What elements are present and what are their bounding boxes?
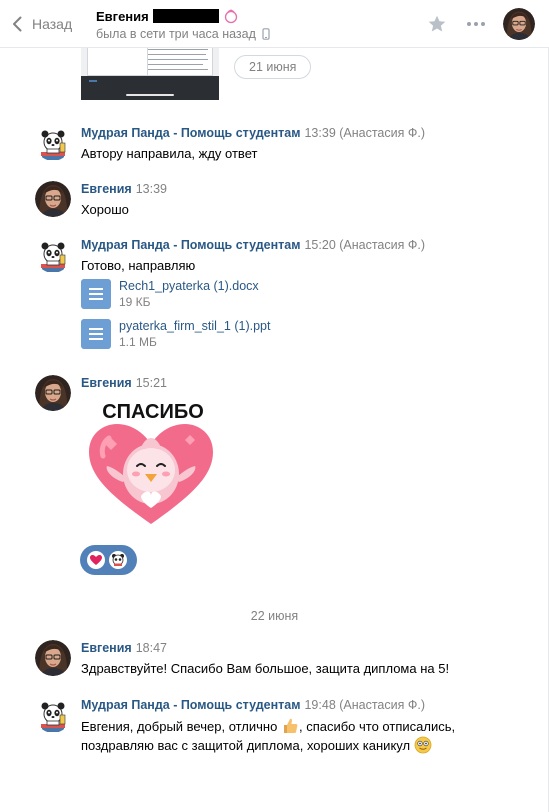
document-preview — [87, 44, 213, 77]
more-icon[interactable] — [465, 14, 487, 34]
chat-header: Назад Евгения была в сети три часа назад — [0, 0, 549, 48]
message-time: 13:39 (Анастасия Ф.) — [304, 126, 425, 140]
message-item: Мудрая Панда - Помощь студентам 13:39 (Ан… — [35, 125, 535, 165]
peer-name[interactable]: Евгения — [96, 9, 149, 24]
file-name[interactable]: Rech1_pyaterka (1).docx — [119, 279, 259, 293]
sticker-thank-you[interactable]: СПАСИБО — [81, 396, 221, 528]
date-separator: 21 июня — [234, 55, 312, 79]
avatar[interactable] — [35, 697, 71, 733]
chat-window: 21 июня Мудрая Панда - Помощь студентам 1… — [0, 0, 549, 812]
avatar[interactable] — [35, 125, 71, 161]
message-text: Автору направила, жду ответ — [81, 146, 258, 161]
avatar[interactable] — [35, 375, 71, 411]
heart-reaction-icon[interactable] — [87, 551, 105, 569]
message-time: 18:47 — [135, 641, 167, 655]
message-text: Евгения, добрый вечер, отлично , спасибо… — [81, 718, 456, 754]
message-author[interactable]: Мудрая Панда - Помощь студентам — [81, 698, 300, 712]
document-icon — [81, 279, 111, 309]
peer-info[interactable]: Евгения была в сети три часа назад — [96, 7, 270, 41]
message-text: Здравствуйте! Спасибо Вам большое, защит… — [81, 661, 450, 676]
message-author[interactable]: Мудрая Панда - Помощь студентам — [81, 238, 300, 252]
message-item: Евгения 13:39 Хорошо — [35, 181, 535, 221]
message-time: 19:48 (Анастасия Ф.) — [304, 698, 425, 712]
avatar[interactable] — [35, 181, 71, 217]
message-time: 15:20 (Анастасия Ф.) — [304, 238, 425, 252]
image-attachment[interactable] — [81, 44, 219, 100]
document-icon — [81, 319, 111, 349]
message-author[interactable]: Евгения — [81, 182, 132, 196]
star-icon[interactable] — [427, 14, 447, 34]
birthday-gift-icon — [224, 9, 237, 24]
date-separator: 22 июня — [250, 609, 299, 623]
reactions[interactable] — [80, 545, 137, 575]
thumbs-up-emoji-icon — [283, 718, 298, 733]
message-time: 15:21 — [135, 376, 167, 390]
message-author[interactable]: Евгения — [81, 641, 132, 655]
message-time: 13:39 — [135, 182, 167, 196]
message-text: Готово, направляю — [81, 258, 196, 273]
message-author[interactable]: Мудрая Панда - Помощь студентам — [81, 126, 300, 140]
message-item: Мудрая Панда - Помощь студентам 19:48 (Ан… — [35, 697, 535, 757]
peer-status: была в сети три часа назад — [96, 27, 256, 41]
avatar[interactable] — [35, 237, 71, 273]
peer-avatar[interactable] — [503, 8, 535, 40]
avatar[interactable] — [35, 640, 71, 676]
back-button[interactable]: Назад — [12, 14, 72, 34]
message-item: Евгения 18:47 Здравствуйте! Спасибо Вам б… — [35, 640, 535, 680]
sticker-caption: СПАСИБО — [102, 401, 204, 423]
message-item: Мудрая Панда - Помощь студентам 15:20 (Ан… — [35, 237, 535, 355]
smiling-glasses-emoji-icon — [414, 736, 432, 754]
file-name[interactable]: pyaterka_firm_stil_1 (1).ppt — [119, 319, 270, 333]
message-author[interactable]: Евгения — [81, 376, 132, 390]
file-size: 1.1 МБ — [119, 335, 157, 349]
back-chevron-icon — [13, 16, 22, 32]
redacted-surname — [152, 9, 219, 23]
panda-reaction-icon[interactable] — [109, 551, 127, 569]
message-text: Хорошо — [81, 202, 129, 217]
back-label: Назад — [32, 16, 73, 32]
phone-nav-bar — [81, 76, 219, 100]
phone-icon — [262, 28, 270, 40]
file-size: 19 КБ — [119, 295, 151, 309]
